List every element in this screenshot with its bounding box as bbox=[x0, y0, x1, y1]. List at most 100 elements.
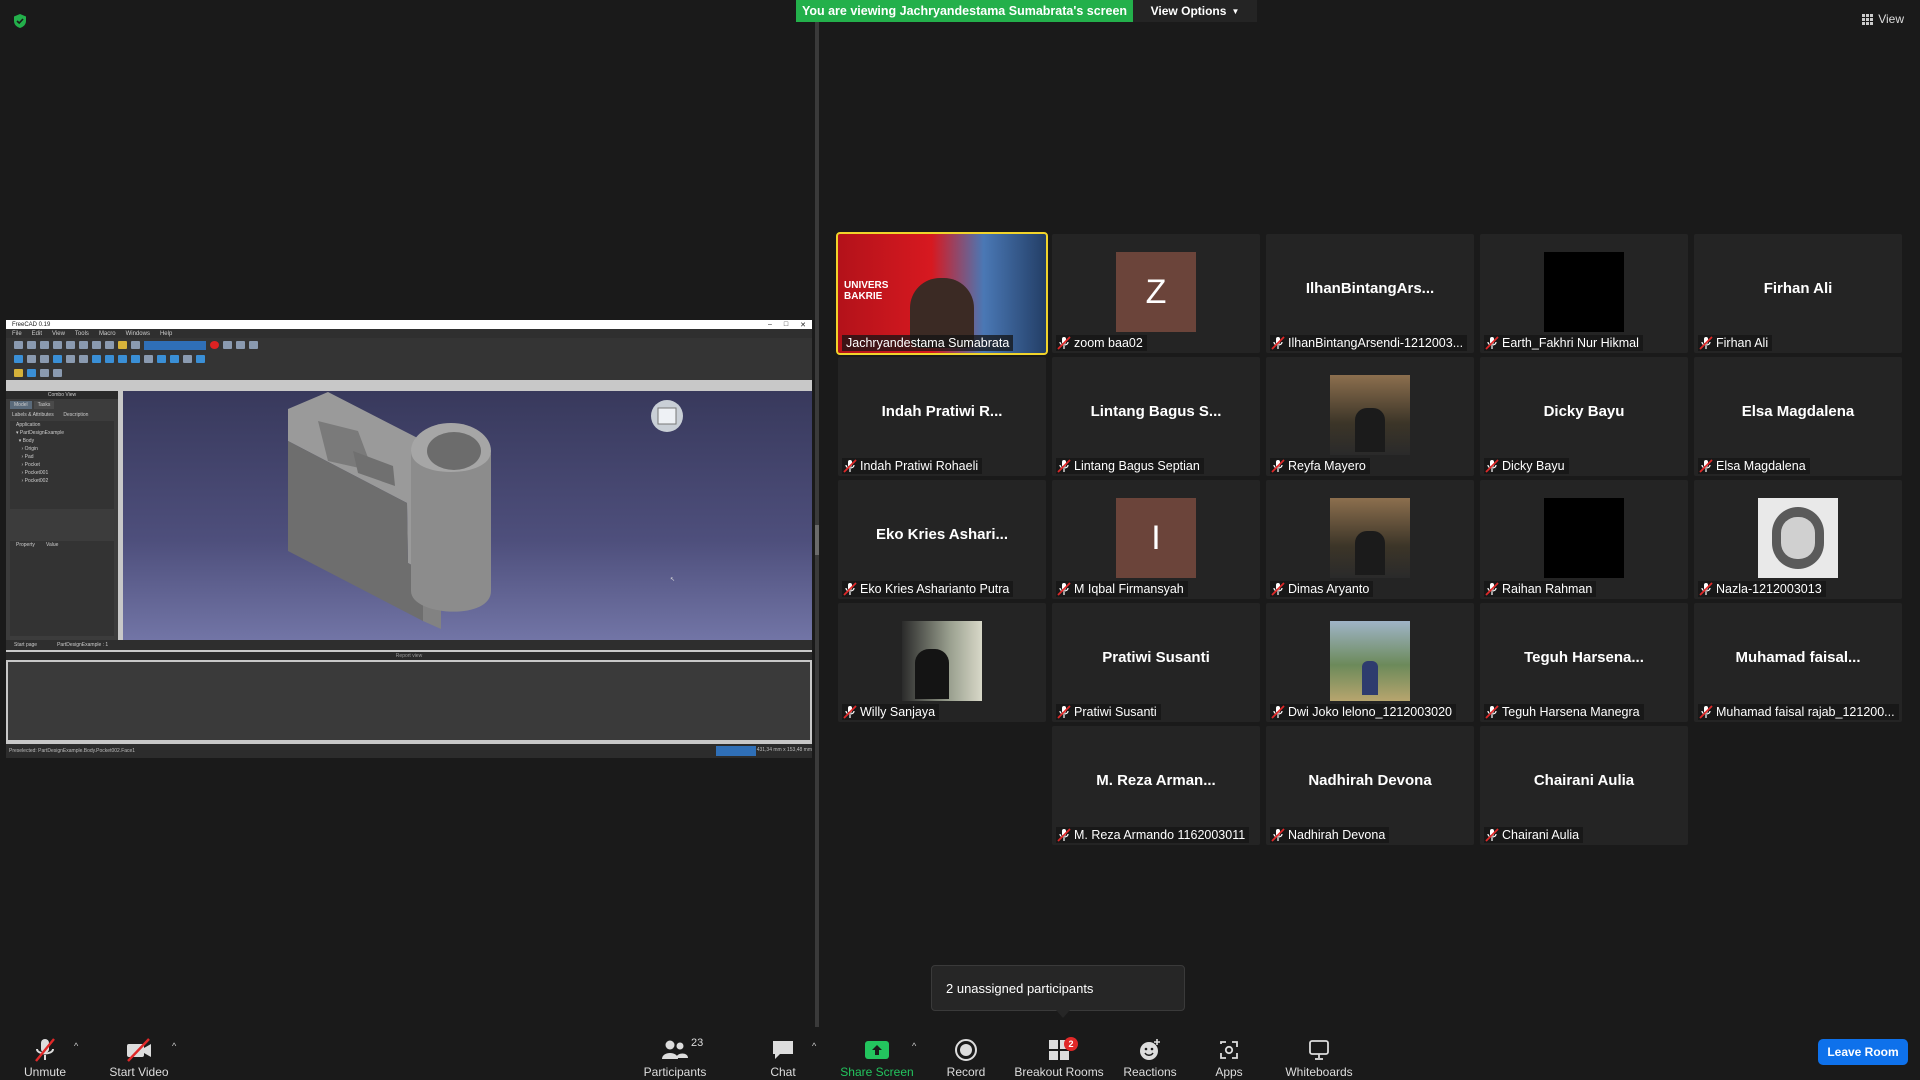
whiteboards-button[interactable]: Whiteboards bbox=[1284, 1031, 1354, 1079]
participant-tile[interactable]: Eko Kries Ashari... Eko Kries Asharianto … bbox=[838, 480, 1046, 599]
unassigned-participants-tooltip: 2 unassigned participants bbox=[931, 965, 1185, 1018]
shared-screen[interactable]: FreeCAD 0.19 – □ ✕ File Edit View Tools Macro W… bbox=[6, 320, 812, 758]
participant-name-tag: Nazla-1212003013 bbox=[1698, 581, 1826, 597]
participant-tile[interactable]: Raihan Rahman bbox=[1480, 480, 1688, 599]
freecad-combo-view: Combo View Model Tasks Labels & Attribute… bbox=[6, 391, 118, 640]
participant-display-name: Chairani Aulia bbox=[1533, 772, 1635, 789]
record-button[interactable]: Record bbox=[944, 1031, 988, 1079]
participant-tile[interactable]: M. Reza Arman... M. Reza Armando 11620030… bbox=[1052, 726, 1260, 845]
participant-tile[interactable]: Firhan Ali Firhan Ali bbox=[1694, 234, 1902, 353]
participant-tile[interactable]: Nadhirah Devona Nadhirah Devona bbox=[1266, 726, 1474, 845]
freecad-toolbar-3 bbox=[6, 366, 812, 380]
participant-name: Willy Sanjaya bbox=[860, 705, 936, 719]
participant-name-tag: Nadhirah Devona bbox=[1270, 827, 1390, 843]
participant-tile[interactable]: Chairani Aulia Chairani Aulia bbox=[1480, 726, 1688, 845]
divider-handle[interactable] bbox=[815, 525, 819, 555]
participant-name: Teguh Harsena Manegra bbox=[1502, 705, 1640, 719]
reactions-button[interactable]: Reactions bbox=[1123, 1031, 1177, 1079]
participant-display-name: M. Reza Arman... bbox=[1096, 772, 1216, 789]
breakout-rooms-icon: 2 bbox=[1048, 1037, 1078, 1063]
whiteboards-label: Whiteboards bbox=[1285, 1065, 1353, 1079]
chat-bubble-icon bbox=[771, 1037, 795, 1063]
participant-tile[interactable]: Teguh Harsena... Teguh Harsena Manegra bbox=[1480, 603, 1688, 722]
video-background-text: UNIVERS BAKRIE bbox=[844, 280, 889, 302]
participant-tile[interactable]: Elsa Magdalena Elsa Magdalena bbox=[1694, 357, 1902, 476]
participant-tile[interactable]: Willy Sanjaya bbox=[838, 603, 1046, 722]
view-layout-button[interactable]: View bbox=[1862, 12, 1904, 26]
share-screen-label: Share Screen bbox=[840, 1065, 914, 1079]
muted-mic-icon bbox=[1485, 828, 1499, 842]
smiley-plus-icon bbox=[1138, 1037, 1162, 1063]
participant-name: Pratiwi Susanti bbox=[1074, 705, 1157, 719]
unmute-button[interactable]: Unmute bbox=[18, 1031, 72, 1079]
participant-name-tag: Willy Sanjaya bbox=[842, 704, 940, 720]
participant-tile[interactable]: Nazla-1212003013 bbox=[1694, 480, 1902, 599]
share-screen-button[interactable]: Share Screen bbox=[840, 1031, 914, 1079]
participant-tile[interactable]: Dicky Bayu Dicky Bayu bbox=[1480, 357, 1688, 476]
participant-tile[interactable]: Indah Pratiwi R... Indah Pratiwi Rohaeli bbox=[838, 357, 1046, 476]
freecad-report-view bbox=[8, 662, 810, 740]
avatar-photo bbox=[1330, 375, 1410, 455]
participant-tile[interactable]: Dwi Joko lelono_1212003020 bbox=[1266, 603, 1474, 722]
avatar-photo bbox=[1330, 621, 1410, 701]
participant-name: Chairani Aulia bbox=[1502, 828, 1580, 842]
chat-button[interactable]: Chat bbox=[766, 1031, 800, 1079]
start-video-button[interactable]: Start Video bbox=[104, 1031, 174, 1079]
apps-label: Apps bbox=[1215, 1065, 1243, 1079]
participant-display-name: Indah Pratiwi R... bbox=[881, 403, 1003, 420]
apps-button[interactable]: Apps bbox=[1214, 1031, 1244, 1079]
participants-icon: 23 bbox=[661, 1037, 703, 1063]
muted-mic-icon bbox=[1699, 336, 1713, 350]
participants-button[interactable]: 23 Participants bbox=[640, 1031, 710, 1079]
participant-name: Lintang Bagus Septian bbox=[1074, 459, 1200, 473]
record-icon bbox=[954, 1037, 978, 1063]
muted-mic-icon bbox=[843, 705, 857, 719]
chat-options-caret[interactable]: ^ bbox=[812, 1041, 816, 1051]
participant-tile[interactable]: Muhamad faisal... Muhamad faisal rajab_12… bbox=[1694, 603, 1902, 722]
audio-options-caret[interactable]: ^ bbox=[74, 1041, 78, 1051]
freecad-menu-bar: File Edit View Tools Macro Windows Help bbox=[6, 329, 812, 338]
freecad-status-bar: Preselected: PartDesignExample.Body.Pock… bbox=[6, 744, 812, 758]
breakout-rooms-button[interactable]: 2 Breakout Rooms bbox=[1014, 1031, 1104, 1079]
participant-tile[interactable]: Reyfa Mayero bbox=[1266, 357, 1474, 476]
muted-mic-icon bbox=[1271, 459, 1285, 473]
participant-display-name: Dicky Bayu bbox=[1543, 403, 1625, 420]
avatar-initial: I bbox=[1116, 498, 1196, 578]
security-shield-icon[interactable] bbox=[12, 13, 28, 29]
freecad-3d-viewport: ↖ bbox=[123, 391, 812, 640]
viewing-screen-banner: You are viewing Jachryandestama Sumabrat… bbox=[796, 0, 1133, 22]
view-options-button[interactable]: View Options ▼ bbox=[1133, 0, 1257, 22]
avatar-cartoon bbox=[1758, 498, 1838, 578]
participant-name-tag: Indah Pratiwi Rohaeli bbox=[842, 458, 983, 474]
svg-text:↖: ↖ bbox=[670, 577, 675, 583]
cad-model-part-icon: ↖ bbox=[288, 392, 683, 629]
participant-tile[interactable]: Earth_Fakhri Nur Hikmal bbox=[1480, 234, 1688, 353]
window-controls: – □ ✕ bbox=[767, 320, 806, 329]
muted-mic-icon bbox=[1271, 705, 1285, 719]
participant-tile[interactable]: I M Iqbal Firmansyah bbox=[1052, 480, 1260, 599]
participant-display-name: IlhanBintangArs... bbox=[1305, 280, 1435, 297]
participant-display-name: Firhan Ali bbox=[1763, 280, 1833, 297]
share-options-caret[interactable]: ^ bbox=[912, 1041, 916, 1051]
muted-mic-icon bbox=[843, 582, 857, 596]
participant-name-tag: zoom baa02 bbox=[1056, 335, 1147, 351]
freecad-toolbar-2 bbox=[6, 352, 812, 366]
record-label: Record bbox=[946, 1065, 986, 1079]
participant-tile[interactable]: Pratiwi Susanti Pratiwi Susanti bbox=[1052, 603, 1260, 722]
participant-tile[interactable]: Dimas Aryanto bbox=[1266, 480, 1474, 599]
chat-label: Chat bbox=[770, 1065, 796, 1079]
participant-tile[interactable]: UNIVERS BAKRIE Jachryandestama Sumabrata bbox=[836, 232, 1048, 355]
participant-display-name: Elsa Magdalena bbox=[1741, 403, 1855, 420]
participant-tile[interactable]: Zzoom baa02 bbox=[1052, 234, 1260, 353]
participant-name: M. Reza Armando 1162003011 bbox=[1074, 828, 1246, 842]
muted-mic-icon bbox=[1057, 459, 1071, 473]
participant-tile[interactable]: Lintang Bagus S... Lintang Bagus Septian bbox=[1052, 357, 1260, 476]
leave-room-button[interactable]: Leave Room bbox=[1818, 1039, 1908, 1065]
video-options-caret[interactable]: ^ bbox=[172, 1041, 176, 1051]
avatar-black bbox=[1544, 498, 1624, 578]
participant-name-tag: Muhamad faisal rajab_121200... bbox=[1698, 704, 1899, 720]
participant-name-tag: M Iqbal Firmansyah bbox=[1056, 581, 1188, 597]
participant-tile[interactable]: IlhanBintangArs... IlhanBintangArsendi-12… bbox=[1266, 234, 1474, 353]
participant-name-tag: Pratiwi Susanti bbox=[1056, 704, 1161, 720]
participant-name-tag: Dwi Joko lelono_1212003020 bbox=[1270, 704, 1457, 720]
